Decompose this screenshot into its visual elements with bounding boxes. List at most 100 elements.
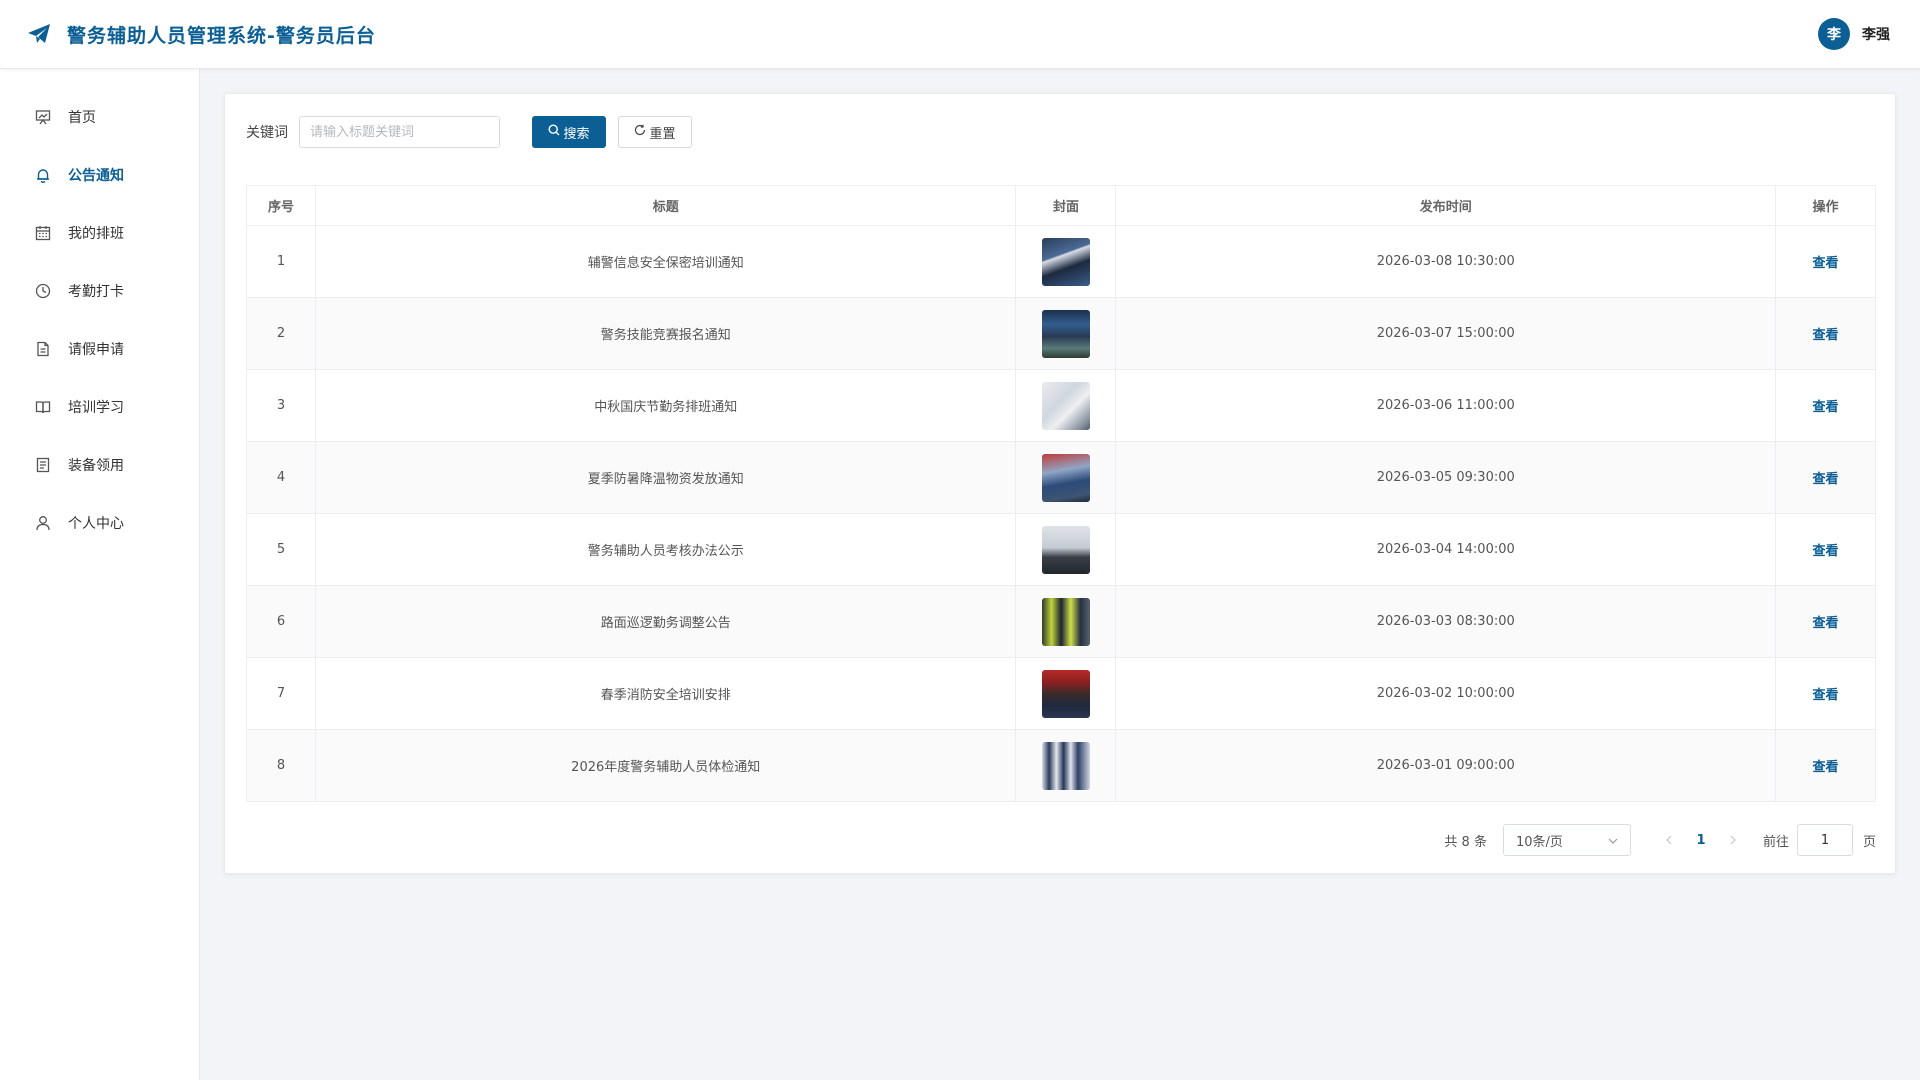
sidebar-item-equipment[interactable]: 装备领用	[0, 436, 199, 494]
page-size-select[interactable]: 10条/页	[1502, 824, 1631, 856]
search-icon	[548, 124, 560, 140]
view-link[interactable]: 查看	[1813, 760, 1839, 775]
view-link[interactable]: 查看	[1813, 688, 1839, 703]
row-publish-time: 2026-03-03 08:30:00	[1115, 585, 1777, 658]
user-icon	[34, 514, 52, 532]
table-row: 3 中秋国庆节勤务排班通知 2026-03-06 11:00:00 查看	[246, 369, 1876, 442]
view-link[interactable]: 查看	[1813, 616, 1839, 631]
sidebar-item-schedule[interactable]: 我的排班	[0, 204, 199, 262]
cover-thumbnail	[1041, 741, 1090, 790]
column-header-publish-time: 发布时间	[1115, 185, 1777, 226]
prev-page-button[interactable]	[1653, 824, 1685, 856]
top-header: 警务辅助人员管理系统-警务员后台 李 李强	[0, 0, 1920, 69]
total-count: 共 8 条	[1444, 834, 1487, 850]
table-row: 5 警务辅助人员考核办法公示 2026-03-04 14:00:00 查看	[246, 513, 1876, 586]
row-index: 2	[246, 297, 316, 370]
cover-thumbnail	[1041, 309, 1090, 358]
sidebar-item-home[interactable]: 首页	[0, 88, 199, 146]
dashboard-icon	[34, 108, 52, 126]
document-icon	[34, 340, 52, 358]
pagination: 共 8 条 10条/页 1 前往 页	[1444, 824, 1876, 856]
row-title: 2026年度警务辅助人员体检通知	[314, 729, 1017, 802]
cover-thumbnail	[1041, 381, 1090, 430]
cover-thumbnail	[1041, 237, 1090, 286]
row-publish-time: 2026-03-02 10:00:00	[1115, 657, 1777, 730]
sidebar-item-attendance[interactable]: 考勤打卡	[0, 262, 199, 320]
sidebar-item-label: 公告通知	[68, 168, 124, 184]
list-icon	[34, 456, 52, 474]
row-index: 4	[246, 441, 316, 514]
username[interactable]: 李强	[1862, 24, 1890, 44]
search-button-label: 搜索	[563, 126, 590, 142]
sidebar-item-training[interactable]: 培训学习	[0, 378, 199, 436]
row-title: 警务辅助人员考核办法公示	[314, 513, 1017, 586]
clock-icon	[34, 282, 52, 300]
chevron-right-icon	[1730, 835, 1736, 845]
chevron-left-icon	[1666, 835, 1672, 845]
column-header-cover: 封面	[1015, 185, 1117, 226]
row-publish-time: 2026-03-06 11:00:00	[1115, 369, 1777, 442]
row-index: 5	[246, 513, 316, 586]
table-row: 1 辅警信息安全保密培训通知 2026-03-08 10:30:00 查看	[246, 225, 1876, 298]
table-row: 2 警务技能竞赛报名通知 2026-03-07 15:00:00 查看	[246, 297, 1876, 370]
reset-button-label: 重置	[649, 126, 676, 142]
row-index: 8	[246, 729, 316, 802]
sidebar-item-label: 个人中心	[68, 516, 124, 532]
row-publish-time: 2026-03-05 09:30:00	[1115, 441, 1777, 514]
row-publish-time: 2026-03-08 10:30:00	[1115, 225, 1777, 298]
cover-thumbnail	[1041, 669, 1090, 718]
row-publish-time: 2026-03-04 14:00:00	[1115, 513, 1777, 586]
row-title: 警务技能竞赛报名通知	[314, 297, 1017, 370]
row-index: 7	[246, 657, 316, 730]
cover-thumbnail	[1041, 453, 1090, 502]
sidebar-item-label: 请假申请	[68, 342, 124, 358]
sidebar-item-notices[interactable]: 公告通知	[0, 146, 199, 204]
view-link[interactable]: 查看	[1813, 400, 1839, 415]
notice-table: 序号 标题 封面 发布时间 操作 1 辅警信息安全保密培训通知 2026-03-…	[246, 185, 1876, 802]
next-page-button[interactable]	[1717, 824, 1749, 856]
row-title: 夏季防暑降温物资发放通知	[314, 441, 1017, 514]
keyword-label: 关键词	[246, 125, 288, 141]
row-publish-time: 2026-03-07 15:00:00	[1115, 297, 1777, 370]
table-row: 6 路面巡逻勤务调整公告 2026-03-03 08:30:00 查看	[246, 585, 1876, 658]
row-title: 辅警信息安全保密培训通知	[314, 225, 1017, 298]
table-row: 8 2026年度警务辅助人员体检通知 2026-03-01 09:00:00 查…	[246, 729, 1876, 802]
table-header-row: 序号 标题 封面 发布时间 操作	[246, 185, 1876, 226]
goto-suffix: 页	[1862, 834, 1876, 850]
avatar[interactable]: 李	[1818, 18, 1850, 50]
column-header-index: 序号	[246, 185, 316, 226]
filter-bar: 关键词 搜索 重置	[246, 116, 692, 148]
notice-list-card: 关键词 搜索 重置 序号 标题 封面 发布时间 操作	[224, 93, 1896, 874]
keyword-input[interactable]	[299, 116, 500, 148]
chevron-down-icon	[1608, 833, 1618, 848]
search-button[interactable]: 搜索	[532, 116, 606, 148]
bell-icon	[34, 166, 52, 184]
row-title: 春季消防安全培训安排	[314, 657, 1017, 730]
sidebar-item-label: 培训学习	[68, 400, 124, 416]
view-link[interactable]: 查看	[1813, 544, 1839, 559]
goto-page-input[interactable]	[1796, 824, 1853, 856]
cover-thumbnail	[1041, 597, 1090, 646]
table-row: 7 春季消防安全培训安排 2026-03-02 10:00:00 查看	[246, 657, 1876, 730]
view-link[interactable]: 查看	[1813, 256, 1839, 271]
row-title: 中秋国庆节勤务排班通知	[314, 369, 1017, 442]
row-index: 3	[246, 369, 316, 442]
row-index: 1	[246, 225, 316, 298]
user-menu[interactable]: 李 李强	[1818, 18, 1890, 50]
sidebar-item-label: 考勤打卡	[68, 284, 124, 300]
reset-button[interactable]: 重置	[618, 116, 692, 148]
calendar-icon	[34, 224, 52, 242]
view-link[interactable]: 查看	[1813, 472, 1839, 487]
sidebar-item-profile[interactable]: 个人中心	[0, 494, 199, 552]
row-publish-time: 2026-03-01 09:00:00	[1115, 729, 1777, 802]
page-size-value: 10条/页	[1515, 834, 1563, 850]
sidebar-item-label: 我的排班	[68, 226, 124, 242]
sidebar-item-label: 首页	[68, 110, 96, 126]
brand: 警务辅助人员管理系统-警务员后台	[25, 20, 376, 48]
page-number-current[interactable]: 1	[1685, 824, 1717, 856]
sidebar-item-leave[interactable]: 请假申请	[0, 320, 199, 378]
view-link[interactable]: 查看	[1813, 328, 1839, 343]
goto-label: 前往	[1762, 834, 1789, 850]
sidebar: 首页 公告通知 我的排班 考勤打卡 请假申请 培训学习 装备领用 个人中心	[0, 69, 200, 1080]
sidebar-item-label: 装备领用	[68, 458, 124, 474]
